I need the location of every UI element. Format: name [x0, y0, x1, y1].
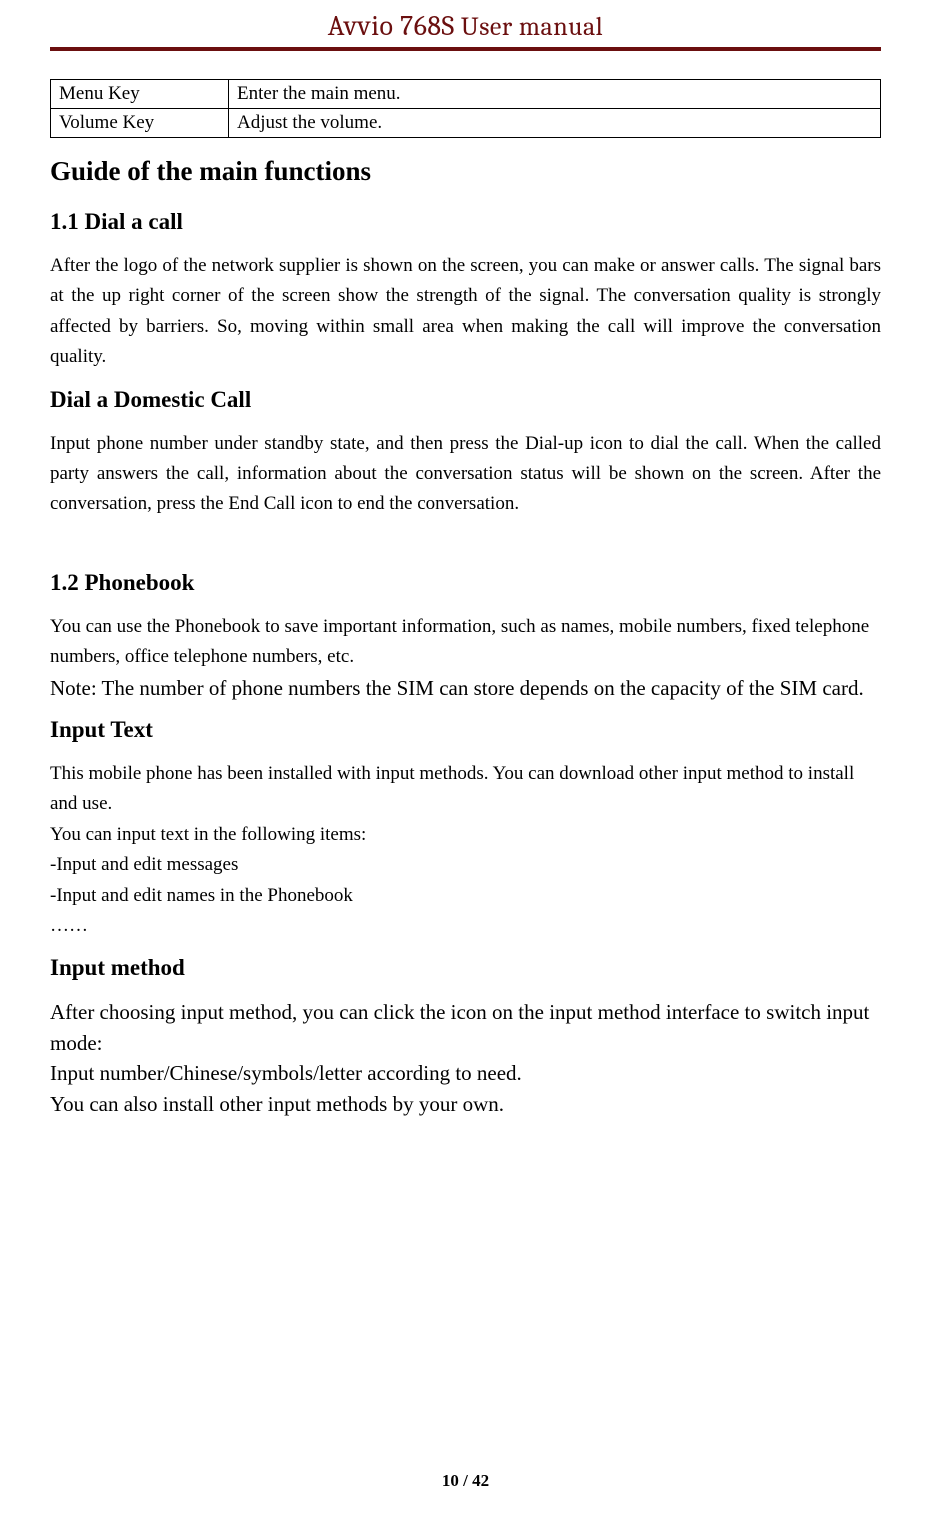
paragraph-input-text-2: You can input text in the following item… [50, 820, 881, 850]
table-cell-desc: Adjust the volume. [229, 109, 881, 138]
subsection-title-phonebook: 1.2 Phonebook [50, 570, 881, 596]
subsection-title-input-text: Input Text [50, 717, 881, 743]
key-functions-table: Menu Key Enter the main menu. Volume Key… [50, 79, 881, 138]
subsection-title-domestic: Dial a Domestic Call [50, 387, 881, 413]
table-cell-key: Volume Key [51, 109, 229, 138]
list-item-input-1: -Input and edit messages [50, 850, 881, 880]
header-manual: User manual [455, 12, 604, 42]
subsection-title-dial: 1.1 Dial a call [50, 209, 881, 235]
paragraph-domestic: Input phone number under standby state, … [50, 429, 881, 520]
paragraph-input-text-1: This mobile phone has been installed wit… [50, 759, 881, 820]
header-model: Avvio 768S [328, 10, 455, 42]
subsection-title-input-method: Input method [50, 955, 881, 981]
paragraph-input-method-3: You can also install other input methods… [50, 1089, 881, 1119]
paragraph-input-method-2: Input number/Chinese/symbols/letter acco… [50, 1058, 881, 1088]
header-title: Avvio 768S User manual [50, 10, 881, 43]
section-title-guide: Guide of the main functions [50, 156, 881, 187]
page-header: Avvio 768S User manual [50, 10, 881, 59]
note-phonebook: Note: The number of phone numbers the SI… [50, 673, 881, 703]
ellipsis: …… [50, 911, 881, 941]
table-cell-key: Menu Key [51, 80, 229, 109]
table-cell-desc: Enter the main menu. [229, 80, 881, 109]
paragraph-input-method-1: After choosing input method, you can cli… [50, 997, 881, 1058]
page-number: 10 / 42 [442, 1471, 489, 1490]
paragraph-phonebook: You can use the Phonebook to save import… [50, 612, 881, 673]
page-footer: 10 / 42 [0, 1471, 931, 1491]
header-rule [50, 47, 881, 51]
table-row: Volume Key Adjust the volume. [51, 109, 881, 138]
table-row: Menu Key Enter the main menu. [51, 80, 881, 109]
paragraph-dial: After the logo of the network supplier i… [50, 251, 881, 373]
page-body: Menu Key Enter the main menu. Volume Key… [50, 79, 881, 1119]
list-item-input-2: -Input and edit names in the Phonebook [50, 881, 881, 911]
